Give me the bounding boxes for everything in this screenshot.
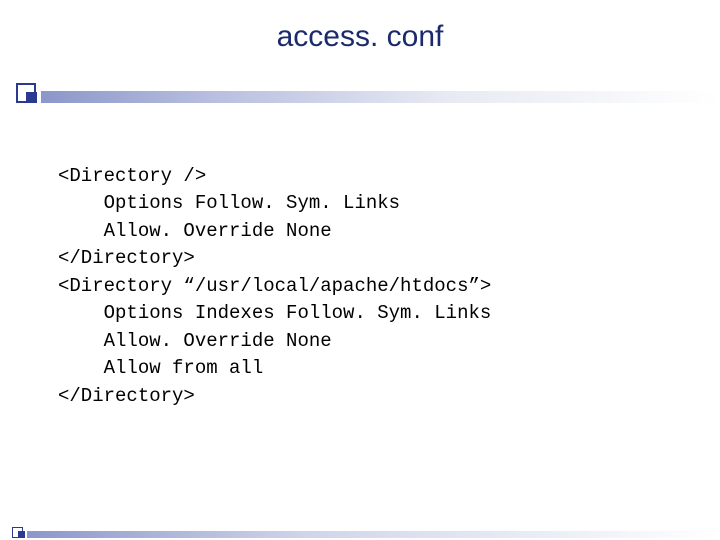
code-line: Options Indexes Follow. Sym. Links bbox=[58, 302, 491, 324]
code-line: </Directory> bbox=[58, 247, 195, 269]
code-line: Allow. Override None bbox=[58, 220, 332, 242]
footer-gradient-bar bbox=[27, 531, 720, 538]
code-line: </Directory> bbox=[58, 385, 195, 407]
code-line: <Directory /> bbox=[58, 165, 206, 187]
footer-square-filled-icon bbox=[18, 531, 25, 538]
code-line: Allow. Override None bbox=[58, 330, 332, 352]
code-block: <Directory /> Options Follow. Sym. Links… bbox=[58, 135, 491, 438]
code-line: Allow from all bbox=[58, 357, 263, 379]
code-line: Options Follow. Sym. Links bbox=[58, 192, 400, 214]
slide-title: access. conf bbox=[0, 0, 720, 54]
gradient-bar bbox=[41, 91, 720, 103]
decorative-band bbox=[0, 78, 720, 108]
decorative-footer bbox=[0, 530, 720, 540]
code-line: <Directory “/usr/local/apache/htdocs”> bbox=[58, 275, 491, 297]
slide: access. conf <Directory /> Options Follo… bbox=[0, 0, 720, 540]
square-filled-icon bbox=[26, 92, 37, 103]
